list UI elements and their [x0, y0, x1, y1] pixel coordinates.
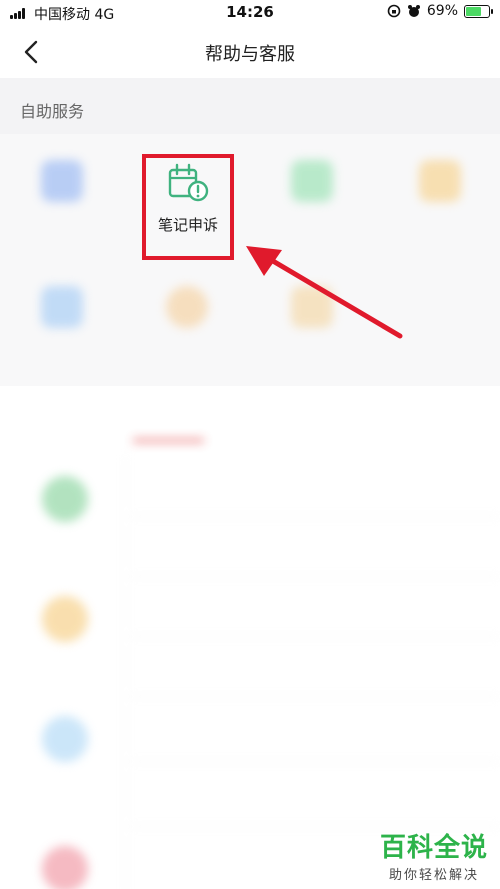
note-appeal-label[interactable]: 笔记申诉	[142, 214, 234, 235]
image-icon	[41, 160, 83, 202]
service-item-4[interactable]	[390, 134, 490, 246]
watermark: 百科全说 助你轻松解决	[380, 827, 488, 883]
service-item-6[interactable]	[137, 260, 237, 372]
faq-blurred-content: ​ ​	[0, 386, 500, 889]
page-title: 帮助与客服	[205, 44, 295, 65]
category-4[interactable]	[20, 846, 110, 889]
status-bar: 中国移动 4G 14:26 69%	[0, 0, 500, 26]
video-icon	[41, 286, 83, 328]
coin-icon	[166, 286, 208, 328]
status-right: 69%	[387, 3, 493, 19]
faq-area: ​ ​	[0, 386, 500, 889]
calendar-alert-icon[interactable]	[166, 162, 210, 204]
section-title: 自助服务	[20, 102, 85, 121]
tab-hot[interactable]: ​	[133, 416, 205, 442]
nav-bar: 帮助与客服	[0, 26, 500, 78]
service-item-1[interactable]	[12, 134, 112, 246]
battery-percent: 69%	[426, 3, 458, 19]
service-item-5[interactable]	[12, 260, 112, 372]
document-icon	[419, 160, 461, 202]
category-2[interactable]	[20, 596, 110, 642]
watermark-subtitle: 助你轻松解决	[388, 868, 479, 883]
watermark-title: 百科全说	[379, 833, 488, 863]
red-arrow-icon	[246, 246, 403, 339]
battery-icon	[464, 4, 493, 18]
alarm-icon	[407, 5, 420, 17]
tab-other[interactable]: ​	[282, 416, 287, 435]
person-icon	[291, 160, 333, 202]
section-header: 自助服务	[0, 78, 500, 134]
service-item-3[interactable]	[262, 134, 362, 246]
category-3[interactable]	[20, 716, 110, 762]
category-1[interactable]	[20, 476, 110, 522]
rotation-lock-icon	[387, 4, 401, 18]
